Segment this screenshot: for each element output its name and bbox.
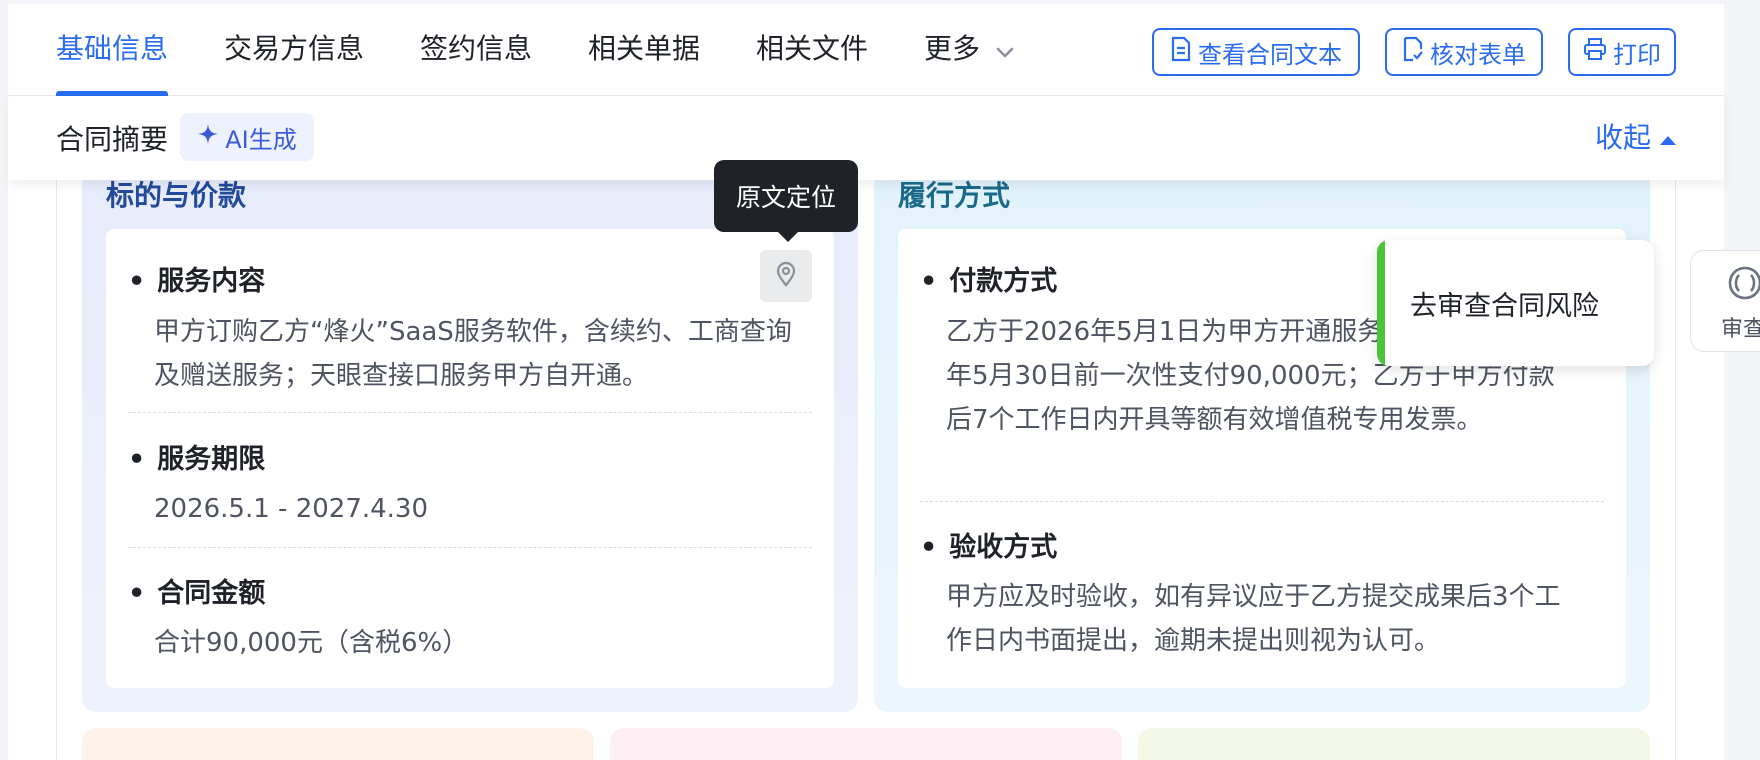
section-title: 履行方式 (898, 179, 1011, 212)
ai-generated-badge: AI生成 (180, 113, 314, 161)
item-title: 合同金额 (128, 571, 265, 610)
tab-label: 相关文件 (756, 32, 869, 65)
tooltip-label: 原文定位 (735, 183, 836, 212)
bottom-card (1138, 728, 1650, 760)
document-check-icon (1402, 36, 1424, 68)
item-text: 甲方订购乙方“烽火”SaaS服务软件，含续约、工商查询及赠送服务；天眼查接口服务… (154, 317, 792, 391)
caret-up-icon (1659, 120, 1677, 153)
divider (920, 501, 1604, 502)
locate-source-button[interactable] (760, 250, 812, 302)
risk-popover-label: 去审查合同风险 (1410, 291, 1599, 322)
tab-label: 交易方信息 (224, 32, 365, 65)
collapse-label: 收起 (1595, 121, 1652, 154)
item-text: 2026.5.1 - 2027.4.30 (154, 494, 429, 524)
item-title: 付款方式 (920, 259, 1057, 298)
item-title: 验收方式 (920, 525, 1057, 564)
review-float-button[interactable]: 审查 (1690, 250, 1760, 352)
verify-form-button[interactable]: 核对表单 (1385, 28, 1543, 76)
item-title: 服务内容 (128, 259, 265, 298)
map-pin-icon (775, 261, 797, 291)
review-risk-popover[interactable]: 去审查合同风险 (1377, 240, 1654, 366)
printer-icon (1583, 37, 1607, 67)
section-title: 标的与价款 (106, 179, 247, 212)
review-float-label: 审查 (1721, 317, 1760, 342)
tab-party-info[interactable]: 交易方信息 (224, 4, 364, 96)
bottom-card (610, 728, 1122, 760)
sparkle-icon (197, 123, 219, 151)
chevron-down-icon (995, 5, 1015, 95)
collapse-button[interactable]: 收起 (1595, 116, 1677, 156)
divider (128, 412, 812, 413)
risk-accent-bar (1377, 240, 1385, 366)
subject-price-content: 服务内容 甲方订购乙方“烽火”SaaS服务软件，含续约、工商查询及赠送服务；天眼… (106, 229, 834, 688)
divider (128, 547, 812, 548)
bottom-card (82, 728, 594, 760)
tab-label: 更多 (924, 32, 981, 65)
tab-related-docs[interactable]: 相关单据 (588, 4, 700, 96)
print-label: 打印 (1613, 40, 1661, 69)
review-logo-icon (1727, 265, 1760, 305)
tab-label: 基础信息 (56, 32, 169, 65)
tab-label: 相关单据 (588, 32, 701, 65)
document-icon (1170, 36, 1192, 68)
tab-related-files[interactable]: 相关文件 (756, 4, 868, 96)
item-text: 甲方应及时验收，如有异议应于乙方提交成果后3个工作日内书面提出，逾期未提出则视为… (946, 582, 1561, 656)
item-text: 合计90,000元（含税6%） (154, 628, 469, 658)
summary-title: 合同摘要 (56, 123, 169, 156)
item-title: 服务期限 (128, 437, 265, 476)
tab-more[interactable]: 更多 (924, 4, 1015, 96)
view-contract-label: 查看合同文本 (1198, 40, 1342, 69)
verify-form-label: 核对表单 (1430, 40, 1526, 69)
tab-basic-info[interactable]: 基础信息 (56, 4, 169, 97)
tabs-bar: 基础信息 交易方信息 签约信息 相关单据 相关文件 更多 查看合同文本 核对表单… (8, 4, 1724, 97)
print-button[interactable]: 打印 (1568, 28, 1676, 76)
ai-badge-label: AI生成 (225, 125, 297, 154)
tab-label: 签约信息 (420, 32, 533, 65)
tab-signing-info[interactable]: 签约信息 (420, 4, 532, 96)
summary-header: 合同摘要 AI生成 收起 (8, 96, 1724, 180)
scrollbar-track[interactable] (1724, 0, 1760, 760)
view-contract-button[interactable]: 查看合同文本 (1152, 28, 1360, 76)
locate-tooltip: 原文定位 (714, 160, 858, 242)
